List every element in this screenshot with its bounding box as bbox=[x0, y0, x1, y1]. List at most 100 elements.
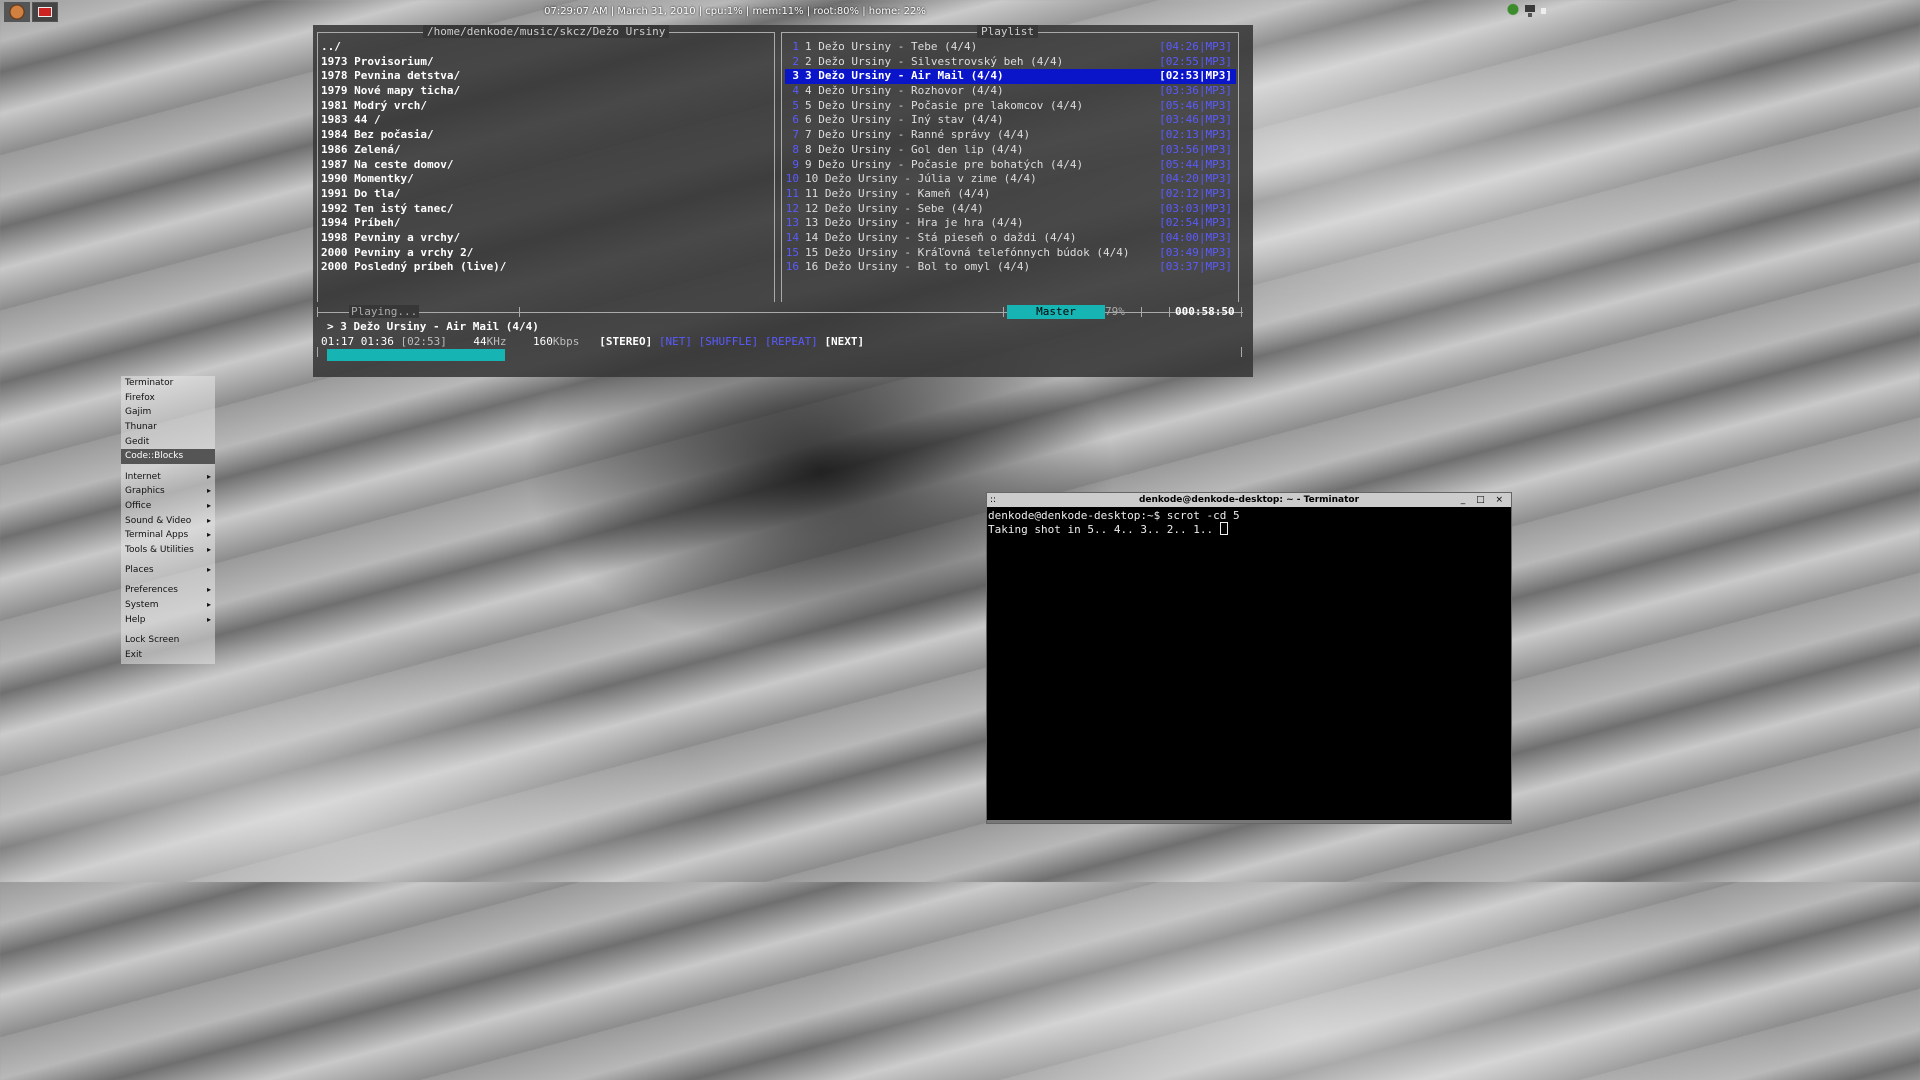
playlist-row[interactable]: 1 1 Dežo Ursiny - Tebe (4/4) [04:26|MP3] bbox=[785, 40, 1236, 55]
terminal-title: denkode@denkode-desktop: ~ - Terminator bbox=[1138, 495, 1360, 505]
menu-item-label: Terminal Apps bbox=[125, 530, 189, 541]
playlist-row[interactable]: 6 6 Dežo Ursiny - Iný stav (4/4) [03:46|MP… bbox=[785, 113, 1236, 128]
terminal-scrollbar[interactable] bbox=[987, 820, 1511, 823]
menu-item[interactable]: Help ▸ bbox=[121, 613, 215, 628]
terminal-titlebar[interactable]: :: denkode@denkode-desktop: ~ - Terminat… bbox=[987, 493, 1511, 507]
playlist-row-title: 15 Dežo Ursiny - Kráľovná telefónnych bú… bbox=[805, 245, 1130, 259]
menu-item[interactable]: Preferences ▸ bbox=[121, 583, 215, 598]
playlist-row[interactable]: 16 16 Dežo Ursiny - Bol to omyl (4/4) [03:… bbox=[785, 260, 1236, 275]
playlist-row[interactable]: 4 4 Dežo Ursiny - Rozhovor (4/4) [03:36|MP… bbox=[785, 84, 1236, 99]
directory-item[interactable]: ../ bbox=[321, 40, 771, 55]
directory-item[interactable]: 1992 Ten istý tanec/ bbox=[321, 202, 771, 217]
menu-item-label: Places bbox=[125, 565, 154, 576]
playlist-row[interactable]: 3 3 Dežo Ursiny - Air Mail (4/4) [02:53|MP… bbox=[785, 69, 1236, 85]
directory-item[interactable]: 2000 Posledný príbeh (live)/ bbox=[321, 260, 771, 275]
menu-item[interactable]: Gedit bbox=[121, 435, 215, 450]
menu-item[interactable]: Graphics ▸ bbox=[121, 484, 215, 499]
directory-item[interactable]: 1986 Zelená/ bbox=[321, 143, 771, 158]
bitrate: 160 bbox=[532, 335, 553, 348]
menu-item[interactable]: Code::Blocks bbox=[121, 449, 215, 465]
menu-item-label: Tools & Utilities bbox=[125, 545, 194, 556]
track-progress-bar[interactable] bbox=[327, 349, 727, 361]
directory-item[interactable]: 1987 Na ceste domov/ bbox=[321, 158, 771, 173]
menu-item-label: Terminator bbox=[125, 378, 174, 388]
playlist-row[interactable]: 11 11 Dežo Ursiny - Kameň (4/4) [02:12|MP3… bbox=[785, 187, 1236, 202]
network-icon[interactable] bbox=[1523, 3, 1537, 19]
menu-item[interactable]: System ▸ bbox=[121, 598, 215, 613]
menu-item[interactable]: Tools & Utilities ▸ bbox=[121, 543, 215, 558]
window-controls[interactable]: _ □ × bbox=[1461, 493, 1507, 507]
playlist-row-title: 7 Dežo Ursiny - Ranné správy (4/4) bbox=[805, 128, 1031, 142]
directory-item[interactable]: 1990 Momentky/ bbox=[321, 172, 771, 187]
playlist-row-duration: [04:00|MP3] bbox=[1159, 230, 1232, 244]
volume-mixer[interactable]: Master bbox=[1007, 305, 1105, 319]
shuffle-flag[interactable]: [SHUFFLE] bbox=[699, 335, 759, 348]
directory-item[interactable]: 1981 Modrý vrch/ bbox=[321, 99, 771, 114]
volume-icon[interactable] bbox=[1540, 3, 1554, 19]
menu-item[interactable]: Terminator bbox=[121, 376, 215, 391]
terminal-body[interactable]: denkode@denkode-desktop:~$ scrot -cd 5 T… bbox=[987, 507, 1511, 538]
playlist-row[interactable]: 10 10 Dežo Ursiny - Júlia v zime (4/4) [04… bbox=[785, 172, 1236, 187]
playlist-row[interactable]: 12 12 Dežo Ursiny - Sebe (4/4) [03:03|MP3] bbox=[785, 202, 1236, 217]
application-menu: TerminatorFirefox GajimThunar Gedit Code::B… bbox=[121, 376, 215, 664]
directory-item[interactable]: 1973 Provisorium/ bbox=[321, 55, 771, 70]
directory-item[interactable]: 1994 Príbeh/ bbox=[321, 216, 771, 231]
track-info-row: 01:17 01:36 [02:53] 44KHz 160Kbps [STERE… bbox=[321, 335, 864, 348]
menu-item[interactable]: Thunar bbox=[121, 420, 215, 435]
playlist-row-duration: [04:26|MP3] bbox=[1159, 40, 1232, 53]
directory-path-title: /home/denkode/music/skcz/Dežo Ursiny bbox=[423, 25, 670, 38]
submenu-arrow-icon: ▸ bbox=[206, 486, 211, 496]
app-icon[interactable] bbox=[1506, 3, 1520, 19]
menu-item[interactable]: Terminal Apps ▸ bbox=[121, 528, 215, 543]
next-flag[interactable]: [NEXT] bbox=[824, 335, 864, 348]
submenu-arrow-icon: ▸ bbox=[206, 600, 211, 610]
menu-item-label: Help bbox=[125, 614, 146, 625]
directory-item[interactable]: 1983 44 / bbox=[321, 113, 771, 128]
playlist-row-title: 11 Dežo Ursiny - Kameň (4/4) bbox=[805, 186, 991, 200]
playlist-row-title: 16 Dežo Ursiny - Bol to omyl (4/4) bbox=[805, 260, 1031, 274]
playlist-row[interactable]: 9 9 Dežo Ursiny - Počasie pre bohatých (4… bbox=[785, 158, 1236, 173]
playlist-row-duration: [03:03|MP3] bbox=[1159, 201, 1232, 215]
player-status-label: Playing... bbox=[349, 305, 420, 318]
volume-percent: 79% bbox=[1105, 305, 1125, 318]
menu-item[interactable]: Firefox bbox=[121, 391, 215, 406]
terminal-line-text: Taking shot in 5.. 4.. 3.. 2.. 1.. bbox=[988, 523, 1220, 536]
menu-item-label: Preferences bbox=[125, 585, 178, 596]
bitrate-unit: Kbps bbox=[552, 335, 580, 348]
menu-item[interactable]: Sound & Video ▸ bbox=[121, 514, 215, 529]
window-grip-icon[interactable]: :: bbox=[990, 493, 996, 507]
submenu-arrow-icon: ▸ bbox=[206, 585, 211, 595]
playlist-row-duration: [03:36|MP3] bbox=[1159, 84, 1232, 98]
directory-item[interactable]: 1984 Bez počasia/ bbox=[321, 128, 771, 143]
directory-item[interactable]: 1978 Pevnina detstva/ bbox=[321, 69, 771, 84]
directory-item[interactable]: 1979 Nové mapy ticha/ bbox=[321, 84, 771, 99]
playlist-row[interactable]: 5 5 Dežo Ursiny - Počasie pre lakomcov (4… bbox=[785, 99, 1236, 114]
menu-item[interactable]: Gajim bbox=[121, 405, 215, 420]
menu-item[interactable]: Lock Screen bbox=[121, 633, 215, 648]
menu-item-label: Gajim bbox=[125, 407, 152, 418]
playlist-row-number: 14 bbox=[785, 230, 799, 244]
playlist-row[interactable]: 14 14 Dežo Ursiny - Stá pieseň o daždi (4… bbox=[785, 231, 1236, 246]
playlist-row[interactable]: 15 15 Dežo Ursiny - Kráľovná telefónnych … bbox=[785, 246, 1236, 261]
repeat-flag[interactable]: [REPEAT] bbox=[765, 335, 818, 348]
playlist-row-duration: [03:37|MP3] bbox=[1159, 260, 1232, 274]
menu-item-label: Office bbox=[125, 501, 152, 511]
playlist-row[interactable]: 2 2 Dežo Ursiny - Silvestrovský beh (4/4)… bbox=[785, 55, 1236, 70]
directory-item[interactable]: 2000 Pevniny a vrchy 2/ bbox=[321, 246, 771, 261]
submenu-arrow-icon: ▸ bbox=[206, 530, 211, 540]
directory-item[interactable]: 1991 Do tla/ bbox=[321, 187, 771, 202]
playlist-row-title: 9 Dežo Ursiny - Počasie pre bohatých (4/… bbox=[805, 157, 1084, 171]
terminal-window: :: denkode@denkode-desktop: ~ - Terminat… bbox=[986, 492, 1512, 824]
menu-item[interactable]: Office ▸ bbox=[121, 499, 215, 514]
playlist-row[interactable]: 8 8 Dežo Ursiny - Gol den lip (4/4) [03:56… bbox=[785, 143, 1236, 158]
menu-item[interactable]: Places ▸ bbox=[121, 563, 215, 578]
playlist-title: Playlist bbox=[977, 25, 1038, 38]
playlist-row[interactable]: 7 7 Dežo Ursiny - Ranné správy (4/4) [02:1… bbox=[785, 128, 1236, 143]
menu-item[interactable]: Internet ▸ bbox=[121, 470, 215, 485]
menu-item[interactable]: Exit bbox=[121, 648, 215, 663]
playlist-row-title: 12 Dežo Ursiny - Sebe (4/4) bbox=[805, 201, 984, 215]
playlist-row-number: 2 bbox=[792, 54, 799, 68]
net-flag[interactable]: [NET] bbox=[659, 335, 692, 348]
directory-item[interactable]: 1998 Pevniny a vrchy/ bbox=[321, 231, 771, 246]
playlist-row[interactable]: 13 13 Dežo Ursiny - Hra je hra (4/4) [02:5… bbox=[785, 216, 1236, 231]
